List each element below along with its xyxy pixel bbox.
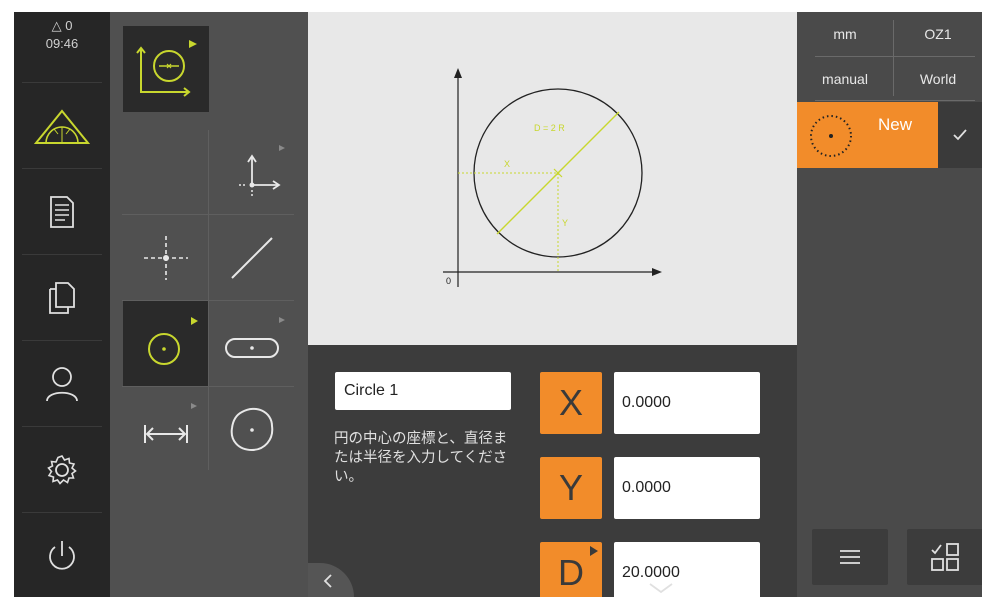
divider xyxy=(815,100,975,101)
geometry-palette xyxy=(110,12,308,597)
main-menu: △ 0 09:46 xyxy=(14,12,110,597)
tool-slot[interactable] xyxy=(209,301,295,386)
multi-select-icon xyxy=(931,543,959,571)
menu-file-management[interactable] xyxy=(14,255,110,340)
unit-button[interactable]: mm xyxy=(797,13,893,55)
diameter-field[interactable]: 20.0000 xyxy=(614,542,760,597)
status-area[interactable]: △ 0 09:46 xyxy=(14,12,110,84)
tool-coordinate-system[interactable] xyxy=(209,130,295,214)
files-icon xyxy=(49,281,75,314)
tool-point[interactable] xyxy=(123,215,208,300)
menu-settings[interactable] xyxy=(14,427,110,512)
circle-preview-drawing: D = 2 R X Y 0 xyxy=(443,68,662,287)
select-features-button[interactable] xyxy=(907,529,982,585)
message-count: 0 xyxy=(65,18,73,33)
y-coordinate-button[interactable]: Y xyxy=(540,457,602,519)
checkmark-icon xyxy=(953,129,967,141)
instruction-text: 円の中心の座標と、直径または半径を入力してください。 xyxy=(334,431,508,485)
message-counter: △ 0 xyxy=(14,18,110,34)
tool-line[interactable] xyxy=(209,215,295,300)
tool-distance[interactable] xyxy=(123,387,208,472)
line-icon xyxy=(231,236,273,279)
x-coordinate-button[interactable]: X xyxy=(540,372,602,434)
power-icon xyxy=(49,540,75,570)
protractor-triangle-icon xyxy=(33,108,91,144)
report-icon xyxy=(50,195,74,228)
back-tab[interactable] xyxy=(308,563,354,597)
dotted-circle-icon xyxy=(810,115,852,157)
warning-triangle-icon: △ xyxy=(51,18,62,33)
point-icon xyxy=(143,235,188,280)
y-axis-arrow xyxy=(454,68,462,78)
coordinate-system-icon xyxy=(239,145,285,197)
input-panel: Circle 1 円の中心の座標と、直径または半径を入力してください。 X 0.… xyxy=(308,345,797,597)
circle-icon xyxy=(147,316,198,365)
new-feature-item[interactable] xyxy=(797,102,938,168)
origin-label: 0 xyxy=(446,276,451,286)
app-screen: △ 0 09:46 D = 2 R X Y 0 Circle 1 円の中心の座標… xyxy=(14,12,982,597)
diameter-label: D = 2 R xyxy=(534,123,565,133)
circle-tool-icon xyxy=(136,40,197,97)
tool-blob[interactable] xyxy=(209,387,295,472)
feature-name-field[interactable]: Circle 1 xyxy=(335,372,511,410)
y-label: Y xyxy=(562,218,568,228)
feature-list-button[interactable] xyxy=(812,529,888,585)
diameter-button-label: D xyxy=(558,552,584,593)
reference-system-button[interactable]: World xyxy=(894,58,982,100)
diameter-button[interactable]: D xyxy=(540,542,602,597)
y-coordinate-field[interactable]: 0.0000 xyxy=(614,457,760,519)
menu-measurement-report[interactable] xyxy=(14,169,110,254)
tool-circle[interactable] xyxy=(123,301,208,386)
hamburger-icon xyxy=(840,550,860,564)
gear-icon xyxy=(47,454,77,485)
geometry-preview: D = 2 R X Y 0 xyxy=(308,12,797,345)
divider xyxy=(815,56,975,57)
divider xyxy=(22,82,102,83)
zero-point-button[interactable]: OZ1 xyxy=(894,13,982,55)
x-coordinate-field[interactable]: 0.0000 xyxy=(614,372,760,434)
clock: 09:46 xyxy=(45,36,79,51)
manual-measuring-tool[interactable] xyxy=(123,26,209,112)
x-axis-arrow xyxy=(652,268,662,276)
confirm-button[interactable] xyxy=(938,102,982,168)
user-icon xyxy=(46,366,78,401)
menu-measure[interactable] xyxy=(14,84,110,169)
blob-icon xyxy=(230,407,274,451)
toggle-arrow-icon xyxy=(590,546,598,556)
distance-icon xyxy=(143,402,197,443)
chevron-left-icon xyxy=(323,574,332,588)
x-label: X xyxy=(504,159,510,169)
divider xyxy=(893,20,894,96)
chevron-down-icon[interactable] xyxy=(646,581,676,595)
menu-user-login[interactable] xyxy=(14,341,110,426)
menu-switch-off[interactable] xyxy=(14,513,110,597)
new-feature-label: New xyxy=(878,115,913,134)
inspector-panel: mm OZ1 manual World New xyxy=(797,12,982,597)
slot-icon xyxy=(225,316,285,358)
measuring-mode-button[interactable]: manual xyxy=(797,58,893,100)
